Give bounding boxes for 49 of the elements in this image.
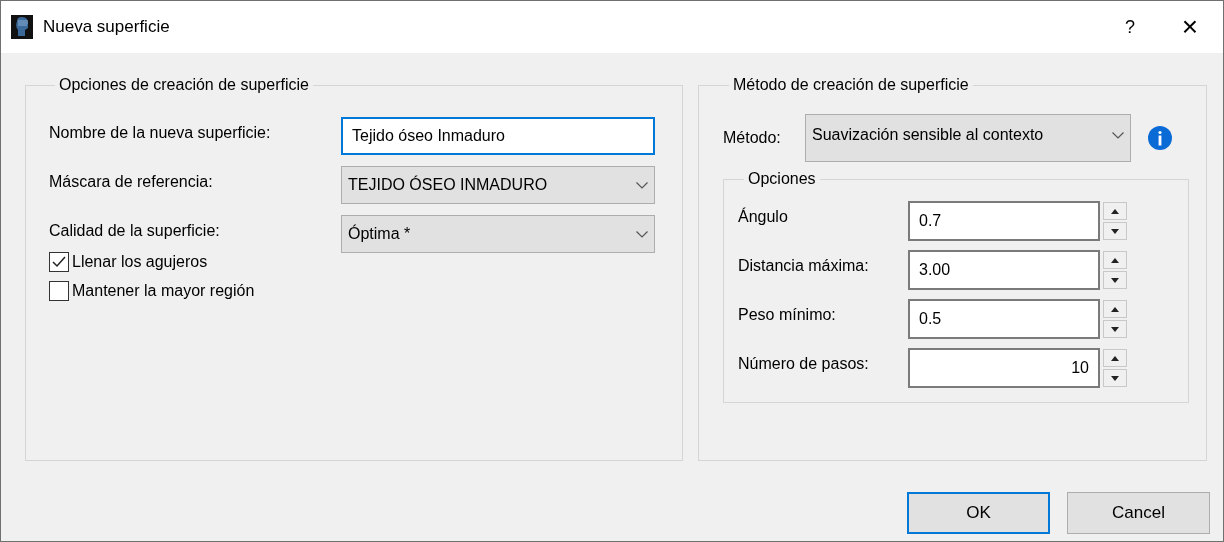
method-dropdown[interactable]: Suavización sensible al contexto xyxy=(805,114,1131,162)
mask-dropdown[interactable]: TEJIDO ÓSEO INMADURO xyxy=(341,166,655,204)
field-label: Distancia máxima: xyxy=(738,256,870,276)
checkbox[interactable] xyxy=(49,252,69,272)
checkbox[interactable] xyxy=(49,281,69,301)
spin-down-button[interactable] xyxy=(1103,222,1127,240)
triangle-up-icon xyxy=(1111,257,1119,263)
info-icon[interactable] xyxy=(1148,126,1172,150)
close-button[interactable]: × xyxy=(1175,6,1205,48)
number-input[interactable]: 3.00 xyxy=(908,250,1100,290)
dialog-button[interactable]: Cancel xyxy=(1067,492,1210,534)
checkbox-label[interactable]: Mantener la mayor región xyxy=(72,279,255,303)
group-title: Método de creación de superficie xyxy=(732,75,970,95)
spin-up-button[interactable] xyxy=(1103,251,1127,269)
triangle-down-icon xyxy=(1111,277,1119,283)
help-button[interactable]: ? xyxy=(1115,13,1145,41)
number-input[interactable]: 0.7 xyxy=(908,201,1100,241)
triangle-up-icon xyxy=(1111,208,1119,214)
quality-dropdown[interactable]: Óptima * xyxy=(341,215,655,253)
chevron-down-icon xyxy=(636,230,648,238)
window-title: Nueva superficie xyxy=(43,16,170,39)
checkbox-label[interactable]: Llenar los agujeros xyxy=(72,250,208,274)
chevron-down-icon xyxy=(1112,131,1124,139)
number-input[interactable]: 10 xyxy=(908,348,1100,388)
spin-down-button[interactable] xyxy=(1103,271,1127,289)
group-title: Opciones xyxy=(747,169,817,189)
field-label: Ángulo xyxy=(738,206,789,227)
field-label: Peso mínimo: xyxy=(738,305,837,325)
number-input[interactable]: 0.5 xyxy=(908,299,1100,339)
triangle-up-icon xyxy=(1111,355,1119,361)
spin-down-button[interactable] xyxy=(1103,369,1127,387)
field-label: Máscara de referencia: xyxy=(49,172,214,192)
triangle-up-icon xyxy=(1111,306,1119,312)
spin-up-button[interactable] xyxy=(1103,300,1127,318)
name-input[interactable]: Tejido óseo Inmaduro xyxy=(341,117,655,155)
field-label: Nombre de la nueva superficie: xyxy=(49,123,272,143)
triangle-down-icon xyxy=(1111,326,1119,332)
spin-down-button[interactable] xyxy=(1103,320,1127,338)
field-label: Número de pasos: xyxy=(738,354,870,374)
spin-up-button[interactable] xyxy=(1103,349,1127,367)
dialog-button[interactable]: OK xyxy=(907,492,1050,534)
field-label: Método: xyxy=(723,128,782,148)
triangle-down-icon xyxy=(1111,375,1119,381)
app-icon xyxy=(11,15,33,39)
triangle-down-icon xyxy=(1111,228,1119,234)
field-label: Calidad de la superficie: xyxy=(49,221,221,241)
group-title: Opciones de creación de superficie xyxy=(58,75,310,95)
chevron-down-icon xyxy=(636,181,648,189)
spin-up-button[interactable] xyxy=(1103,202,1127,220)
